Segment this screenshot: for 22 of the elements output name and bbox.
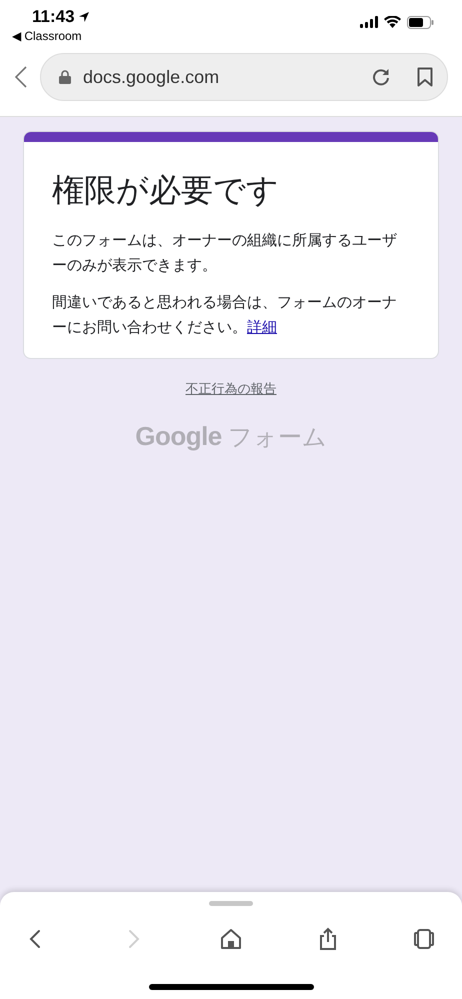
back-icon[interactable] — [14, 65, 28, 89]
back-to-app-link[interactable]: ◀ Classroom — [12, 28, 90, 44]
details-link[interactable]: 詳細 — [247, 319, 277, 336]
location-arrow-icon — [78, 11, 90, 23]
logo-product-text: フォーム — [228, 422, 327, 452]
address-bar[interactable]: docs.google.com — [40, 53, 448, 101]
card-title: 権限が必要です — [52, 171, 280, 210]
bookmark-icon[interactable] — [417, 67, 433, 87]
lock-icon — [59, 70, 71, 84]
sheet-handle[interactable] — [209, 901, 253, 906]
battery-icon — [407, 16, 434, 28]
logo-brand-text: Google — [135, 420, 222, 452]
body-text: 間違いであると思われる場合は、フォームのオーナーにお問い合わせください。詳細 — [52, 293, 398, 338]
report-abuse-link[interactable]: 不正行為の報告 — [186, 379, 276, 398]
url-text: docs.google.com — [83, 66, 220, 89]
tabs-icon[interactable] — [412, 927, 436, 951]
signal-icon — [360, 16, 378, 28]
body-text: このフォームは、オーナーの組織に所属するユーザーのみが表示できます。 — [52, 231, 398, 276]
clock-time: 11:43 — [32, 6, 75, 28]
home-icon[interactable] — [219, 927, 243, 951]
reload-icon[interactable] — [371, 67, 391, 87]
wifi-icon — [384, 16, 401, 28]
